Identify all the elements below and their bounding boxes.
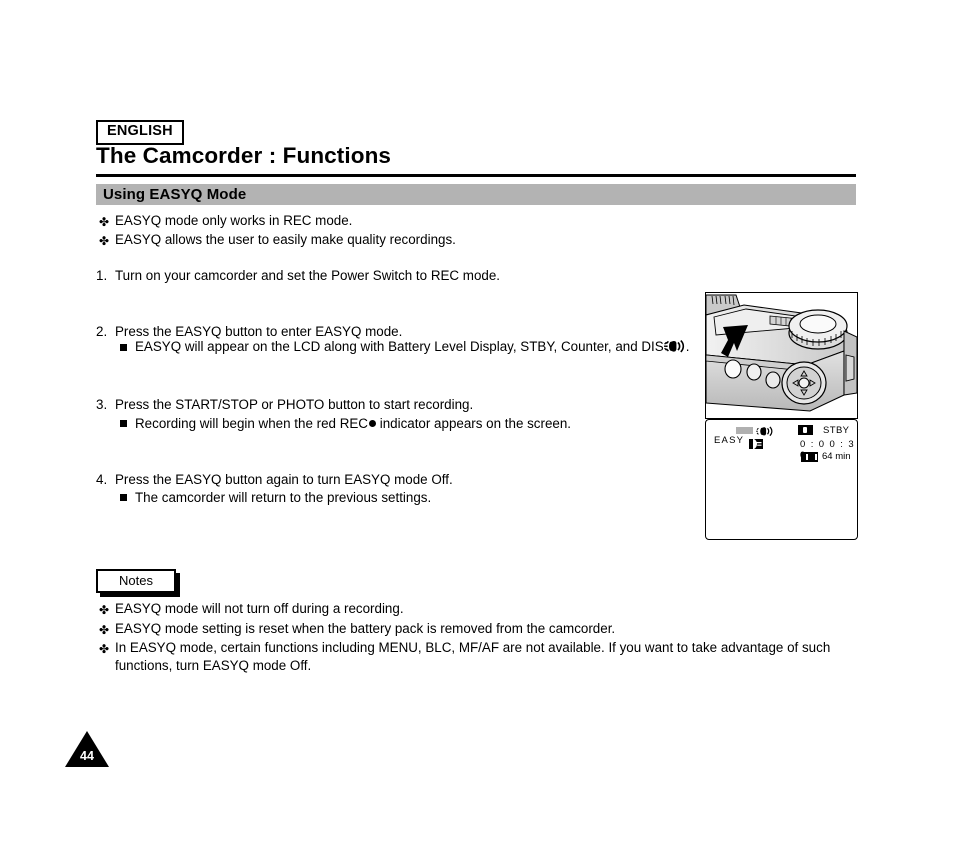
language-tag: ENGLISH xyxy=(96,120,184,145)
camcorder-illustration xyxy=(706,294,857,412)
club-bullet-icon: ✤ xyxy=(99,642,110,656)
step-subitem: EASYQ will appear on the LCD along with … xyxy=(135,338,689,356)
title-divider xyxy=(96,174,856,177)
lcd-easy-label: EASY xyxy=(714,435,745,446)
step-number: 2. xyxy=(96,324,108,339)
lcd-status-label: STBY xyxy=(823,425,850,436)
square-bullet-icon xyxy=(120,344,127,351)
battery-remaining-icon xyxy=(801,452,818,462)
easyq-mode-icon xyxy=(749,436,763,449)
dis-hand-icon xyxy=(663,339,686,354)
step-subitem: The camcorder will return to the previou… xyxy=(135,490,432,505)
club-bullet-icon: ✤ xyxy=(99,234,110,248)
intro-bullet-text: EASYQ allows the user to easily make qua… xyxy=(115,232,456,247)
step-text: Turn on your camcorder and set the Power… xyxy=(115,268,501,283)
lcd-remaining-time: 64 min xyxy=(822,451,851,462)
battery-level-icon xyxy=(736,427,753,434)
notes-label: Notes xyxy=(119,573,153,588)
step-number: 3. xyxy=(96,397,108,412)
lcd-figure: EASY STBY 0 : 0 0 : 3 0 64 min xyxy=(705,419,858,540)
page-number: 44 xyxy=(65,731,109,767)
page-title: The Camcorder : Functions xyxy=(96,143,392,168)
note-item: In EASYQ mode, certain functions includi… xyxy=(115,640,831,673)
camcorder-figure xyxy=(705,292,858,419)
step-text: Press the EASYQ button again to turn EAS… xyxy=(115,472,453,487)
step-subitem-suffix: indicator appears on the screen. xyxy=(379,416,572,431)
club-bullet-icon: ✤ xyxy=(99,215,110,229)
club-bullet-icon: ✤ xyxy=(99,623,110,637)
step-text: Press the START/STOP or PHOTO button to … xyxy=(115,397,474,412)
tape-icon xyxy=(798,425,813,435)
rec-dot-icon xyxy=(368,420,376,427)
step-subitem-suffix: . xyxy=(685,339,690,354)
note-item: EASYQ mode will not turn off during a re… xyxy=(115,601,404,616)
language-tag-label: ENGLISH xyxy=(107,123,173,139)
step-number: 4. xyxy=(96,472,108,487)
section-title: Using EASYQ Mode xyxy=(103,186,247,203)
step-subitem-prefix: EASYQ will appear on the LCD along with … xyxy=(135,339,664,354)
square-bullet-icon xyxy=(120,420,127,427)
note-item: EASYQ mode setting is reset when the bat… xyxy=(115,621,616,636)
step-subitem: Recording will begin when the red REC in… xyxy=(135,415,571,433)
step-subitem-prefix: Recording will begin when the red REC xyxy=(135,416,368,431)
step-number: 1. xyxy=(96,268,108,283)
page-number-label: 44 xyxy=(80,749,94,763)
square-bullet-icon xyxy=(120,494,127,501)
club-bullet-icon: ✤ xyxy=(99,603,110,617)
intro-bullet-text: EASYQ mode only works in REC mode. xyxy=(115,213,353,228)
dis-hand-icon xyxy=(756,424,774,437)
